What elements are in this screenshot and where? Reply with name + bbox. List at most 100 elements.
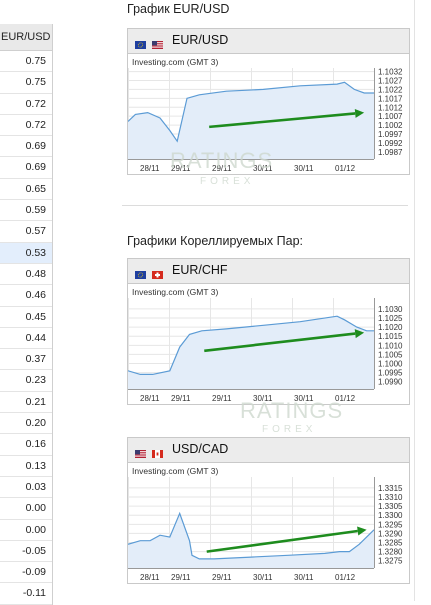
- chart-plot[interactable]: 1.1030 1.1025 1.1020 1.1015 1.1010 1.1005 1.10…: [128, 284, 409, 404]
- x-tick-label: 28/11: [140, 164, 160, 173]
- y-tick-label: 1.1015: [378, 332, 403, 341]
- y-tick-label: 1.1017: [378, 94, 403, 103]
- y-tick-label: 1.3295: [378, 520, 403, 529]
- y-tick-label: 1.3310: [378, 493, 403, 502]
- ca-flag-icon: [152, 445, 163, 458]
- y-tick-label: 1.1000: [378, 360, 403, 369]
- table-row[interactable]: 0.72: [0, 115, 52, 137]
- y-tick-label: 1.1022: [378, 85, 403, 94]
- chart-svg: 1.33151.33101.33051.33001.32951.32901.32…: [128, 477, 403, 582]
- table-row[interactable]: -0.05: [0, 541, 52, 563]
- x-tick-label: 28/11: [140, 394, 160, 403]
- section-divider: [122, 205, 408, 206]
- y-tick-label: 1.0995: [378, 369, 403, 378]
- table-row[interactable]: 0.13: [0, 456, 52, 477]
- table-row[interactable]: 0.00: [0, 498, 52, 520]
- y-tick-label: 1.1012: [378, 103, 403, 112]
- table-row[interactable]: 0.45: [0, 307, 52, 328]
- ch-flag-icon: [152, 266, 163, 279]
- chart-provider: Investing.com (GMT 3): [132, 466, 219, 476]
- watermark-sub: FOREX: [200, 176, 255, 187]
- table-row[interactable]: 0.16: [0, 434, 52, 456]
- chart-svg: 1.10301.10251.10201.10151.10101.10051.10…: [128, 298, 403, 403]
- table-row[interactable]: 0.21: [0, 392, 52, 414]
- chart-provider: Investing.com (GMT 3): [132, 57, 219, 67]
- y-tick-label: 1.3280: [378, 548, 403, 557]
- chart-header: USD/CAD: [128, 438, 409, 463]
- y-tick-label: 1.0987: [378, 148, 403, 157]
- y-tick-label: 1.1025: [378, 314, 403, 323]
- watermark-sub: FOREX: [262, 424, 317, 435]
- watermark-logo: RATINGS: [240, 398, 344, 423]
- section-title-eurusd: График EUR/USD: [127, 2, 230, 16]
- scrollbar-divider: [414, 0, 415, 601]
- us-flag-icon: [152, 36, 163, 49]
- chart-header: EUR/USD: [128, 29, 409, 54]
- table-row[interactable]: -0.11: [0, 583, 52, 605]
- table-header: EUR/USD: [0, 24, 52, 51]
- table-row[interactable]: 0.03: [0, 477, 52, 499]
- table-row[interactable]: 0.72: [0, 94, 52, 115]
- correlation-table: EUR/USD 0.75 0.75 0.72 0.72 0.69 0.69 0.65 0.59…: [0, 24, 53, 605]
- x-tick-label: 29/11: [212, 394, 232, 403]
- y-tick-label: 1.1010: [378, 341, 403, 350]
- pair-label: EUR/USD: [172, 33, 229, 47]
- trend-arrow-head: [357, 526, 367, 536]
- y-tick-label: 1.1032: [378, 68, 403, 77]
- x-tick-label: 28/11: [140, 573, 160, 582]
- y-tick-label: 1.1030: [378, 305, 403, 314]
- x-tick-label: 29/11: [171, 394, 191, 403]
- x-tick-label: 29/11: [212, 573, 232, 582]
- y-tick-label: 1.3285: [378, 539, 403, 548]
- x-tick-label: 30/11: [253, 573, 273, 582]
- eu-flag-icon: [135, 266, 146, 279]
- table-row[interactable]: 0.53: [0, 242, 52, 264]
- table-row[interactable]: 0.69: [0, 136, 52, 158]
- y-tick-label: 1.1027: [378, 76, 403, 85]
- y-tick-label: 1.1020: [378, 323, 403, 332]
- x-tick-label: 01/12: [335, 573, 356, 582]
- chart-plot[interactable]: 1.3315 1.3310 1.3305 1.3300 1.3295 1.3290 1.32…: [128, 463, 409, 583]
- table-row[interactable]: 0.48: [0, 264, 52, 286]
- y-tick-label: 1.1002: [378, 121, 403, 130]
- table-row[interactable]: 0.44: [0, 328, 52, 350]
- us-flag-icon: [135, 445, 146, 458]
- x-tick-label: 01/12: [335, 164, 356, 173]
- table-row[interactable]: -0.09: [0, 562, 52, 584]
- table-row[interactable]: 0.20: [0, 413, 52, 435]
- watermark-logo: RATINGS: [170, 148, 274, 173]
- table-row[interactable]: 0.37: [0, 349, 52, 371]
- trend-arrow: [206, 529, 358, 553]
- pair-label: EUR/CHF: [172, 263, 228, 277]
- chart-widget-eurchf[interactable]: EUR/CHF 1.1030 1.1025 1.1020 1.1015 1.1010 1.…: [127, 258, 410, 405]
- section-title-correlated: Графики Кореллируемых Пар:: [127, 234, 303, 248]
- x-tick-label: 30/11: [294, 164, 314, 173]
- chart-widget-usdcad[interactable]: USD/CAD 1.3315 1.3310 1.3305 1.3300 1.3295 1.…: [127, 437, 410, 584]
- x-tick-label: 30/11: [294, 573, 314, 582]
- table-row[interactable]: 0.75: [0, 72, 52, 94]
- x-tick-label: 29/11: [171, 573, 191, 582]
- y-tick-label: 1.3305: [378, 502, 403, 511]
- table-row[interactable]: 0.69: [0, 157, 52, 179]
- eu-flag-icon: [135, 36, 146, 49]
- table-row[interactable]: 0.00: [0, 520, 52, 541]
- table-row[interactable]: 0.23: [0, 370, 52, 392]
- y-tick-label: 1.1007: [378, 112, 403, 121]
- y-tick-label: 1.0997: [378, 130, 403, 139]
- table-row[interactable]: 0.65: [0, 179, 52, 201]
- table-rows: 0.75 0.75 0.72 0.72 0.69 0.69 0.65 0.59 0.57 0.53…: [0, 51, 52, 605]
- y-tick-label: 1.3315: [378, 484, 403, 493]
- chart-header: EUR/CHF: [128, 259, 409, 284]
- y-tick-label: 1.3300: [378, 511, 403, 520]
- y-tick-label: 1.3290: [378, 529, 403, 538]
- table-row[interactable]: 0.57: [0, 221, 52, 243]
- y-tick-label: 1.0990: [378, 378, 403, 387]
- table-row[interactable]: 0.46: [0, 285, 52, 307]
- y-tick-label: 1.3275: [378, 557, 403, 566]
- pair-label: USD/CAD: [172, 442, 229, 456]
- table-row[interactable]: 0.75: [0, 51, 52, 73]
- chart-provider: Investing.com (GMT 3): [132, 287, 219, 297]
- y-tick-label: 1.0992: [378, 139, 403, 148]
- y-tick-label: 1.1005: [378, 350, 403, 359]
- table-row[interactable]: 0.59: [0, 200, 52, 222]
